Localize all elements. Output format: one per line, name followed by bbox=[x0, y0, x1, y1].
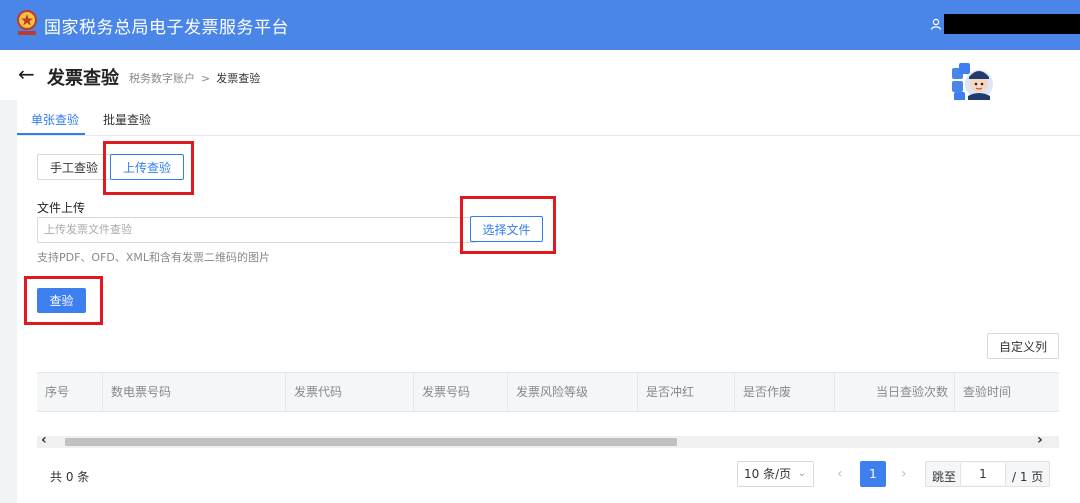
jump-label: 跳至 bbox=[932, 470, 957, 484]
page-header: ← 发票查验 税务数字账户 > 发票查验 bbox=[0, 50, 1080, 104]
chevron-down-icon: ⌄ bbox=[797, 468, 806, 479]
column-header: 发票代码 bbox=[286, 373, 414, 411]
page-number-button[interactable]: 1 bbox=[860, 461, 886, 487]
upload-format-hint: 支持PDF、OFD、XML和含有发票二维码的图片 bbox=[37, 251, 271, 264]
breadcrumb-item-account[interactable]: 税务数字账户 bbox=[129, 72, 195, 85]
highlight-box-upload-check bbox=[103, 141, 194, 195]
column-header: 数电票号码 bbox=[103, 373, 286, 411]
file-upload-label: 文件上传 bbox=[37, 201, 86, 215]
breadcrumb-separator: > bbox=[201, 72, 211, 85]
custom-columns-button[interactable]: 自定义列 bbox=[987, 333, 1059, 359]
total-count: 共 0 条 bbox=[50, 470, 90, 484]
column-header: 查验时间 bbox=[963, 385, 1012, 399]
tab-single-check[interactable]: 单张查验 bbox=[31, 111, 79, 128]
horizontal-scrollbar[interactable]: ‹ › bbox=[37, 432, 1059, 448]
next-page-icon[interactable]: › bbox=[901, 466, 907, 482]
user-name-redacted[interactable] bbox=[944, 14, 1080, 34]
file-upload-input[interactable]: 上传发票文件查验 bbox=[37, 217, 477, 243]
breadcrumb-item-current: 发票查验 bbox=[216, 72, 261, 85]
column-header: 发票风险等级 bbox=[508, 373, 638, 411]
table-header: 序号 数电票号码 发票代码 发票号码 发票风险等级 是否冲红 是否作废 当日查验… bbox=[37, 372, 1059, 412]
app-title: 国家税务总局电子发票服务平台 bbox=[44, 18, 289, 38]
total-pages: / 1 页 bbox=[1012, 470, 1044, 484]
tab-bar: 单张查验 批量查验 bbox=[17, 100, 1080, 136]
user-icon[interactable] bbox=[930, 18, 942, 30]
jump-page-input[interactable]: 1 bbox=[960, 463, 1006, 485]
tax-emblem-logo bbox=[17, 10, 37, 35]
top-bar: 国家税务总局电子发票服务平台 bbox=[0, 0, 1080, 50]
mascot-avatar[interactable] bbox=[950, 62, 996, 104]
page-jump: 跳至 1 / 1 页 bbox=[925, 461, 1050, 487]
scrollbar-thumb[interactable] bbox=[65, 438, 677, 446]
column-header: 当日查验次数 bbox=[835, 373, 955, 411]
page-size-select[interactable]: 10 条/页 ⌄ bbox=[737, 461, 814, 487]
back-arrow-icon[interactable]: ← bbox=[18, 64, 35, 84]
highlight-box-check bbox=[24, 276, 103, 325]
column-header: 序号 bbox=[37, 373, 103, 411]
page-size-value: 10 条/页 bbox=[744, 467, 792, 481]
manual-check-button[interactable]: 手工查验 bbox=[37, 154, 111, 180]
scroll-right-icon[interactable]: › bbox=[1037, 432, 1043, 448]
prev-page-icon[interactable]: ‹ bbox=[837, 466, 843, 482]
tab-batch-check[interactable]: 批量查验 bbox=[103, 111, 151, 128]
scroll-left-icon[interactable]: ‹ bbox=[41, 432, 47, 448]
tab-active-indicator bbox=[17, 133, 85, 135]
column-header: 发票号码 bbox=[414, 373, 508, 411]
highlight-box-select-file bbox=[460, 196, 556, 254]
main-panel: 单张查验 批量查验 手工查验 上传查验 文件上传 上传发票文件查验 选择文件 支… bbox=[17, 100, 1080, 503]
page-title: 发票查验 bbox=[47, 68, 119, 89]
column-header: 是否冲红 bbox=[638, 373, 735, 411]
breadcrumb: 税务数字账户 > 发票查验 bbox=[129, 70, 260, 86]
column-header: 是否作废 bbox=[735, 373, 835, 411]
